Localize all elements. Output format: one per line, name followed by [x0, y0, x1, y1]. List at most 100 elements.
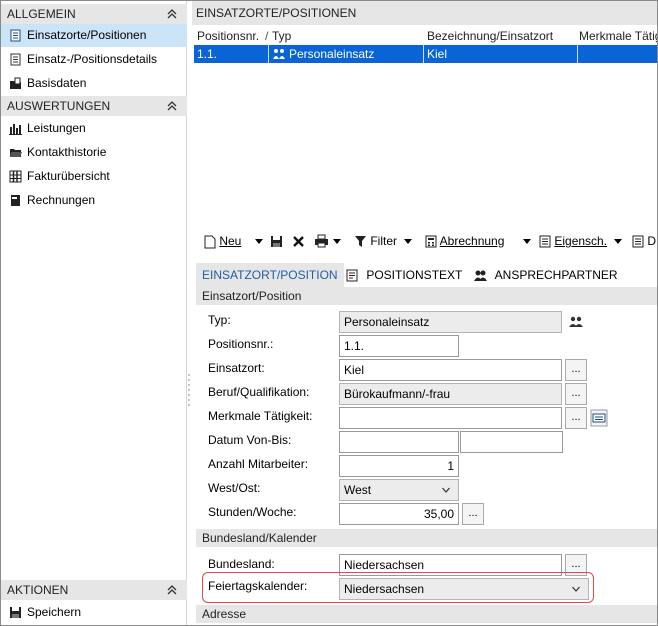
bundesland-label: Bundesland:: [208, 557, 275, 571]
properties-icon: [539, 235, 551, 248]
save-icon[interactable]: [270, 235, 283, 248]
invoice-icon: [11, 195, 20, 206]
tab-ansprechpartner[interactable]: ANSPRECHPARTNER: [474, 263, 618, 287]
column-header-typ[interactable]: Typ: [272, 29, 291, 43]
typ-label: Typ:: [208, 313, 231, 327]
section-header-allgemein[interactable]: ALLGEMEIN: [1, 4, 187, 24]
text-document-icon: [346, 269, 358, 282]
cell-typ: Personaleinsatz: [289, 47, 375, 61]
einsatzort-field[interactable]: Kiel: [339, 359, 562, 381]
chevron-down-icon: [572, 586, 580, 592]
print-icon[interactable]: [314, 234, 329, 248]
section-header-label: AUSWERTUNGEN: [7, 99, 111, 113]
delete-icon[interactable]: [292, 235, 305, 248]
form-section-bundesland: Bundesland/Kalender: [196, 529, 657, 547]
list-document-icon: [10, 53, 21, 66]
positionsnr-field[interactable]: 1.1.: [339, 335, 459, 357]
detail-form: Einsatzort/Position Typ: Personaleinsatz…: [192, 287, 657, 625]
panel-splitter[interactable]: [187, 371, 191, 411]
folder-icon: [10, 149, 22, 157]
main-content: EINSATZORTE/POSITIONEN Positionsnr. / Ty…: [192, 1, 657, 625]
nav-item-label: Einsatz-/Positionsdetails: [27, 52, 158, 66]
table-grid-icon: [9, 170, 22, 183]
eigenschaften-button[interactable]: Eigensch.: [539, 232, 623, 250]
beruf-label: Beruf/Qualifikation:: [208, 385, 310, 399]
section-header-auswertungen[interactable]: AUSWERTUNGEN: [1, 96, 187, 116]
collapse-chevron-icon[interactable]: [165, 580, 179, 600]
left-nav-panel: ALLGEMEIN Einsatzorte/Positionen Einsatz…: [1, 1, 187, 625]
column-header-bezeichnung[interactable]: Bezeichnung/Einsatzort: [427, 29, 553, 43]
document-icon: [10, 29, 21, 42]
positionsnr-label: Positionsnr.:: [208, 337, 274, 351]
cell-bezeichnung: Kiel: [427, 47, 448, 61]
new-dropdown-arrow-icon[interactable]: [255, 239, 263, 244]
nav-item-speichern[interactable]: Speichern: [1, 601, 187, 624]
nav-item-label: Einsatzorte/Positionen: [27, 28, 147, 42]
nav-item-einsatz-positionsdetails[interactable]: Einsatz-/Positionsdetails: [1, 48, 187, 71]
cell-positionsnr: 1.1.: [197, 47, 218, 61]
nav-item-label: Leistungen: [27, 121, 86, 135]
personnel-type-icon[interactable]: [568, 315, 584, 329]
d-button[interactable]: D: [632, 232, 656, 250]
feiertag-label: Feiertagskalender:: [208, 579, 308, 593]
einsatzort-lookup-button[interactable]: ...: [565, 359, 587, 381]
personnel-type-icon: [273, 49, 285, 59]
nav-item-label: Speichern: [27, 605, 82, 619]
tab-positionstext[interactable]: POSITIONSTEXT: [346, 263, 462, 287]
tab-einsatzort-position[interactable]: EINSATZORT/POSITION: [196, 263, 344, 287]
grid-title: EINSATZORTE/POSITIONEN: [192, 1, 657, 25]
collapse-chevron-icon[interactable]: [165, 4, 179, 24]
stunden-lookup-button[interactable]: ...: [462, 503, 484, 525]
merkmale-lookup-button[interactable]: ...: [565, 407, 587, 429]
save-icon: [10, 607, 21, 618]
nav-item-leistungen[interactable]: Leistungen: [1, 117, 187, 140]
folder-document-icon: [10, 77, 21, 89]
stunden-field[interactable]: 35,00: [339, 503, 459, 525]
keyboard-edit-icon[interactable]: [590, 409, 608, 427]
abrechnung-dropdown-arrow-icon[interactable]: [523, 239, 531, 244]
nav-item-basisdaten[interactable]: Basisdaten: [1, 72, 187, 95]
column-header-merkmale[interactable]: Merkmale Tätig: [579, 29, 657, 43]
calculator-icon: [425, 235, 437, 248]
form-section-adresse: Adresse: [196, 605, 657, 623]
datum-von-field[interactable]: [339, 431, 459, 453]
westost-select[interactable]: West: [339, 479, 459, 501]
einsatzort-label: Einsatzort:: [208, 361, 265, 375]
nav-item-rechnungen[interactable]: Rechnungen: [1, 189, 187, 212]
application-window: ALLGEMEIN Einsatzorte/Positionen Einsatz…: [0, 0, 658, 626]
filter-button[interactable]: Filter: [354, 232, 413, 250]
collapse-chevron-icon[interactable]: [165, 96, 179, 116]
stunden-label: Stunden/Woche:: [208, 505, 297, 519]
nav-item-fakturuebersicht[interactable]: Fakturübersicht: [1, 165, 187, 188]
chevron-down-icon: [442, 487, 450, 493]
anzahl-field[interactable]: 1: [339, 455, 459, 477]
bar-chart-icon: [9, 124, 22, 135]
feiertag-select[interactable]: Niedersachsen: [339, 578, 589, 600]
merkmale-field[interactable]: [339, 407, 562, 429]
grid-header: Positionsnr. / Typ Bezeichnung/Einsatzor…: [192, 27, 657, 45]
typ-field[interactable]: Personaleinsatz: [339, 311, 562, 333]
column-header-positionsnr[interactable]: Positionsnr.: [197, 29, 259, 43]
nav-item-kontakthistorie[interactable]: Kontakthistorie: [1, 141, 187, 164]
new-document-icon: [204, 235, 216, 249]
nav-item-label: Basisdaten: [27, 76, 87, 90]
section-header-label: AKTIONEN: [7, 583, 69, 597]
filter-dropdown-arrow-icon: [404, 239, 413, 245]
print-dropdown-arrow-icon[interactable]: [333, 239, 341, 244]
sort-indicator-icon: /: [265, 29, 269, 43]
document-list-icon: [632, 235, 644, 248]
abrechnung-button[interactable]: Abrechnung: [425, 232, 504, 250]
new-button[interactable]: Neu: [204, 232, 241, 250]
nav-item-label: Kontakthistorie: [27, 145, 107, 159]
section-header-aktionen[interactable]: AKTIONEN: [1, 580, 187, 600]
beruf-field[interactable]: Bürokaufmann/-frau: [339, 383, 562, 405]
merkmale-label: Merkmale Tätigkeit:: [208, 409, 313, 423]
filter-icon: [355, 236, 366, 248]
datum-bis-field[interactable]: [460, 431, 563, 453]
beruf-lookup-button[interactable]: ...: [565, 383, 587, 405]
form-section-einsatzort: Einsatzort/Position: [196, 287, 657, 305]
toolbar: Neu Filter Abrechnung Eigensch. D: [192, 229, 657, 253]
table-row[interactable]: 1.1. Personaleinsatz Kiel: [194, 45, 657, 63]
eigenschaften-dropdown-arrow-icon: [614, 239, 623, 245]
nav-item-einsatzorte-positionen[interactable]: Einsatzorte/Positionen: [1, 24, 187, 47]
